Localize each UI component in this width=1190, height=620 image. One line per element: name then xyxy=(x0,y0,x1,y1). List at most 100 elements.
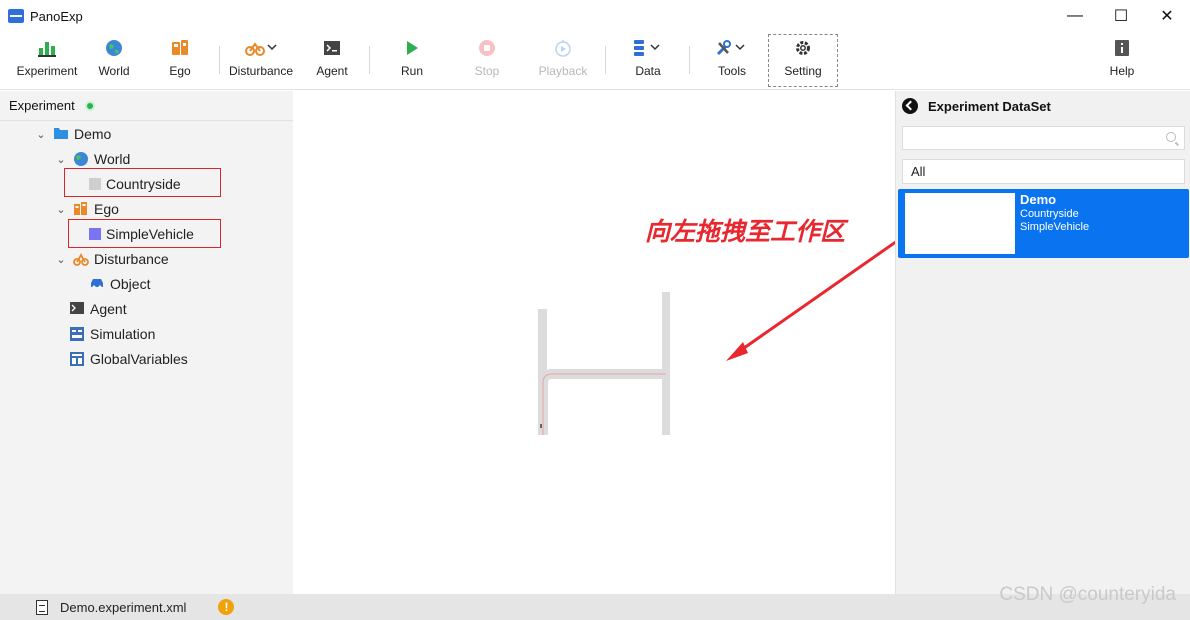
close-button[interactable]: ✕ xyxy=(1144,0,1190,32)
chevron-down-icon[interactable]: ⌄ xyxy=(55,253,67,266)
chevron-down-icon[interactable]: ⌄ xyxy=(55,203,67,216)
disturbance-icon xyxy=(244,34,278,62)
tree-item-countryside[interactable]: Countryside xyxy=(89,173,181,195)
tree-item-simple-vehicle[interactable]: SimpleVehicle xyxy=(89,223,194,245)
watermark: CSDN @counteryida xyxy=(999,584,1176,605)
playback-label: Playback xyxy=(538,64,588,78)
agent-label: Agent xyxy=(316,64,348,78)
terminal-icon xyxy=(323,34,341,62)
window-controls: — ☐ ✕ xyxy=(1052,0,1190,32)
disturbance-icon xyxy=(73,251,89,267)
chevron-down-icon[interactable]: ⌄ xyxy=(35,128,47,141)
dataset-card-demo[interactable]: Demo Countryside SimpleVehicle xyxy=(898,189,1189,258)
stop-label: Stop xyxy=(474,64,500,78)
dataset-card-title: Demo xyxy=(1020,192,1057,207)
car-icon xyxy=(89,276,105,292)
toolbar-separator xyxy=(605,46,606,74)
disturbance-button[interactable]: Disturbance xyxy=(228,34,294,88)
run-label: Run xyxy=(400,64,423,78)
dataset-card-vehicle: SimpleVehicle xyxy=(1020,221,1090,233)
tree-item-label: SimpleVehicle xyxy=(106,226,194,242)
experiment-panel-title: Experiment xyxy=(9,98,75,113)
filter-value: All xyxy=(911,164,926,179)
tools-button[interactable]: Tools xyxy=(711,34,753,88)
dataset-panel-header: Experiment DataSet xyxy=(896,91,1190,121)
setting-label: Setting xyxy=(784,64,822,78)
run-button[interactable]: Run xyxy=(396,34,428,88)
tree-item-demo[interactable]: ⌄ Demo xyxy=(35,123,111,145)
dataset-panel-title: Experiment DataSet xyxy=(928,98,1051,114)
setting-button[interactable]: Setting xyxy=(780,34,826,88)
tree-item-label: World xyxy=(94,151,131,167)
vehicle-model-icon xyxy=(89,228,101,240)
tree-item-label: GlobalVariables xyxy=(90,351,188,367)
vehicle-icon xyxy=(170,34,190,62)
agent-button[interactable]: Agent xyxy=(313,34,351,88)
tree-item-global-variables[interactable]: GlobalVariables xyxy=(69,348,188,370)
help-icon xyxy=(1114,34,1130,62)
chevron-down-icon[interactable]: ⌄ xyxy=(55,153,67,166)
minimize-button[interactable]: — xyxy=(1052,0,1098,32)
tree-item-object[interactable]: Object xyxy=(89,273,150,295)
experiment-panel-header: Experiment xyxy=(0,91,293,121)
playback-button[interactable]: Playback xyxy=(536,34,590,88)
stop-button[interactable]: Stop xyxy=(470,34,504,88)
world-map-icon xyxy=(89,178,101,190)
experiment-label: Experiment xyxy=(16,64,78,78)
stop-icon xyxy=(478,34,496,62)
vehicle-icon xyxy=(73,201,89,217)
search-icon[interactable] xyxy=(1166,132,1176,142)
experiment-tree-panel: Experiment ⌄ Demo ⌄ World Countryside ⌄ … xyxy=(0,91,293,594)
tree-item-label: Demo xyxy=(74,126,112,142)
tree-item-agent[interactable]: Agent xyxy=(69,298,127,320)
document-icon xyxy=(36,599,48,615)
data-label: Data xyxy=(635,64,661,78)
disturbance-label: Disturbance xyxy=(228,64,294,78)
world-button[interactable]: World xyxy=(93,34,135,88)
tree-item-label: Ego xyxy=(94,201,119,217)
dataset-thumbnail xyxy=(905,193,1015,254)
globe-icon xyxy=(105,34,123,62)
help-label: Help xyxy=(1109,64,1135,78)
experiment-button[interactable]: Experiment xyxy=(14,34,80,88)
tree-item-label: Countryside xyxy=(106,176,181,192)
dataset-card-world: Countryside xyxy=(1020,208,1079,220)
ego-button[interactable]: Ego xyxy=(162,34,198,88)
play-icon xyxy=(405,34,419,62)
back-icon[interactable] xyxy=(902,98,918,114)
folder-icon xyxy=(53,126,69,142)
toolbar-separator xyxy=(369,46,370,74)
dataset-filter-select[interactable]: All xyxy=(902,159,1185,184)
tree-item-label: Simulation xyxy=(90,326,156,342)
title-bar: PanoExp — ☐ ✕ xyxy=(0,0,1190,32)
drag-arrow xyxy=(726,230,911,361)
tree-item-simulation[interactable]: Simulation xyxy=(69,323,155,345)
toolbar-separator xyxy=(689,46,690,74)
app-logo-icon xyxy=(8,9,24,23)
database-icon xyxy=(631,34,665,62)
tree-item-label: Disturbance xyxy=(94,251,169,267)
bar-chart-icon xyxy=(37,34,57,62)
simulation-icon xyxy=(69,326,85,342)
warning-icon[interactable]: ! xyxy=(218,599,235,615)
tree-item-disturbance[interactable]: ⌄ Disturbance xyxy=(55,248,169,270)
experiment-dataset-panel: Experiment DataSet All Demo Countryside … xyxy=(895,91,1190,594)
toolbar: Experiment World Ego Disturbance Agent R… xyxy=(0,32,1190,90)
status-file-name[interactable]: Demo.experiment.xml xyxy=(60,600,186,615)
maximize-button[interactable]: ☐ xyxy=(1098,0,1144,32)
variables-icon xyxy=(69,351,85,367)
data-button[interactable]: Data xyxy=(627,34,669,88)
gear-icon xyxy=(794,34,812,62)
help-button[interactable]: Help xyxy=(1106,34,1138,88)
tools-icon xyxy=(715,34,749,62)
dataset-search-input[interactable] xyxy=(902,126,1185,150)
status-ok-icon xyxy=(84,100,95,111)
terminal-icon xyxy=(69,301,85,317)
world-label: World xyxy=(98,64,130,78)
tree-item-label: Agent xyxy=(90,301,127,317)
tree-item-world[interactable]: ⌄ World xyxy=(55,148,130,170)
ego-label: Ego xyxy=(169,64,191,78)
tree-item-ego[interactable]: ⌄ Ego xyxy=(55,198,119,220)
globe-icon xyxy=(73,151,89,167)
tools-label: Tools xyxy=(717,64,746,78)
